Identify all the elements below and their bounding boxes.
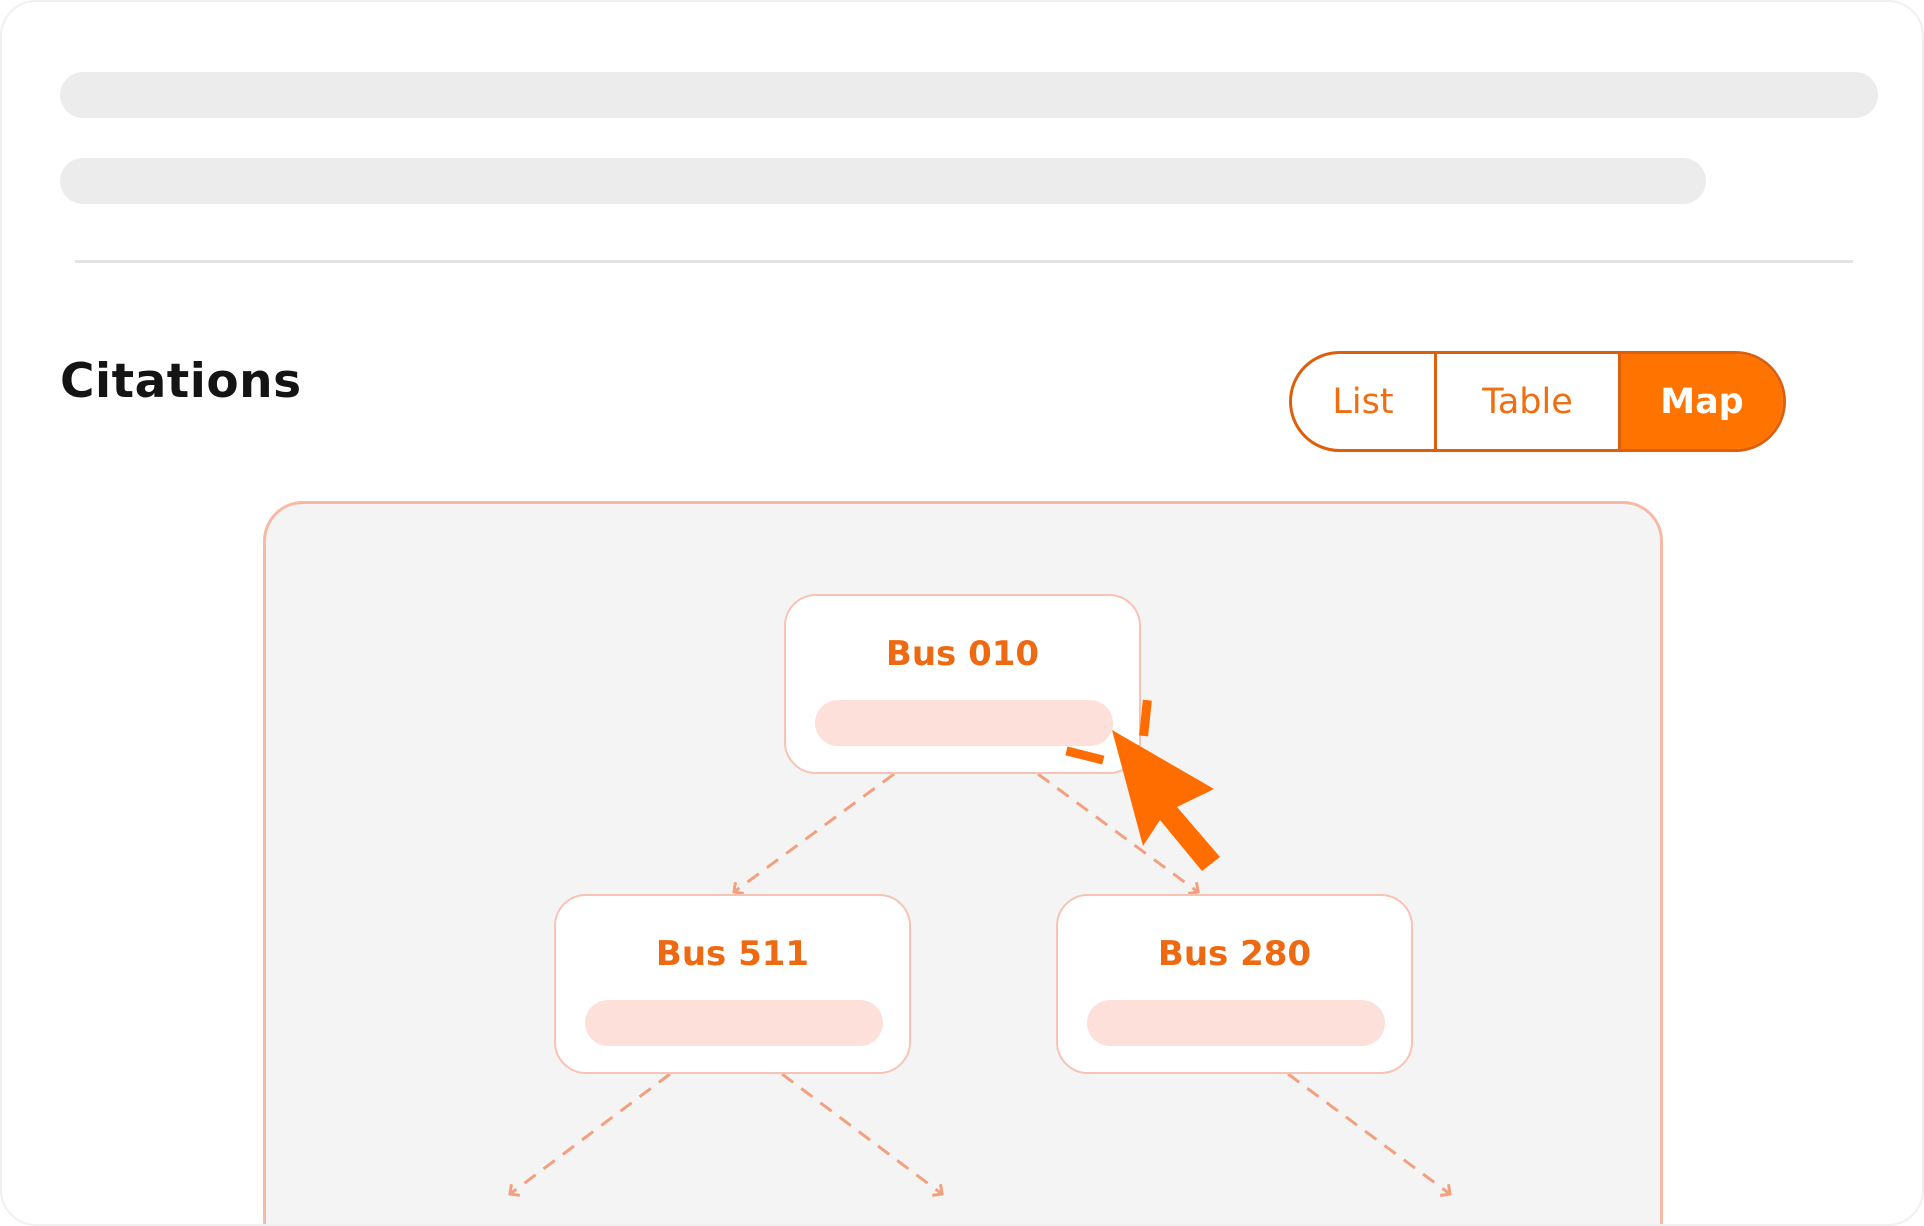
text-placeholder-line — [60, 158, 1706, 204]
map-node[interactable]: Bus 511 — [554, 894, 911, 1074]
divider — [75, 260, 1853, 263]
map-node[interactable]: Bus 010 — [784, 594, 1141, 774]
view-toggle: List Table Map — [1289, 351, 1786, 452]
map-node-label: Bus 511 — [655, 934, 810, 974]
map-node-placeholder-bar — [1087, 1000, 1385, 1046]
view-toggle-map[interactable]: Map — [1621, 354, 1783, 449]
view-toggle-table[interactable]: Table — [1437, 354, 1621, 449]
map-node-placeholder-bar — [815, 700, 1113, 746]
view-toggle-list[interactable]: List — [1292, 354, 1437, 449]
map-node-label: Bus 010 — [885, 634, 1040, 674]
citations-card: Citations List Table Map Bus 010 Bus 511… — [0, 0, 1924, 1226]
text-placeholder-line — [60, 72, 1878, 118]
map-node-placeholder-bar — [585, 1000, 883, 1046]
section-title: Citations — [60, 354, 302, 409]
map-node[interactable]: Bus 280 — [1056, 894, 1413, 1074]
map-node-label: Bus 280 — [1157, 934, 1312, 974]
